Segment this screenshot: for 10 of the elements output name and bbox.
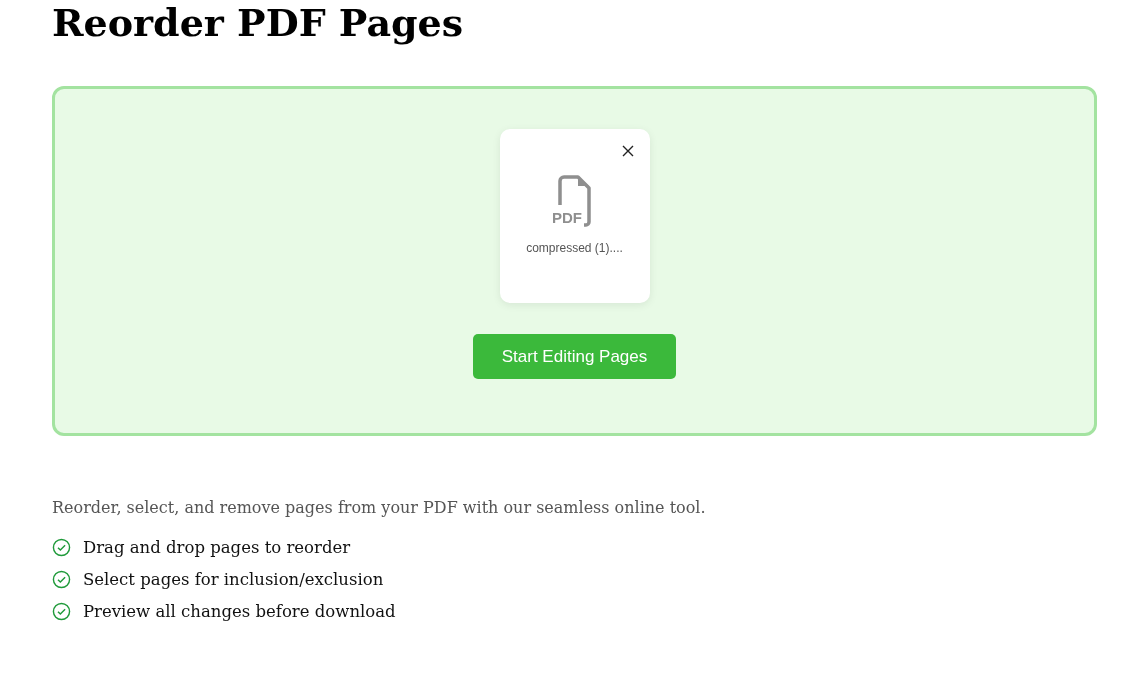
- file-name: compressed (1)....: [526, 241, 623, 255]
- check-circle-icon: [52, 601, 71, 621]
- check-circle-icon: [52, 569, 71, 589]
- start-editing-button[interactable]: Start Editing Pages: [473, 334, 676, 379]
- feature-text: Drag and drop pages to reorder: [83, 537, 351, 557]
- feature-text: Select pages for inclusion/exclusion: [83, 569, 384, 589]
- page-title: Reorder PDF Pages: [52, 0, 465, 44]
- feature-text: Preview all changes before download: [83, 601, 396, 621]
- check-circle-icon: [52, 537, 71, 557]
- description: Reorder, select, and remove pages from your PDF with our seamless online tool.: [52, 498, 707, 517]
